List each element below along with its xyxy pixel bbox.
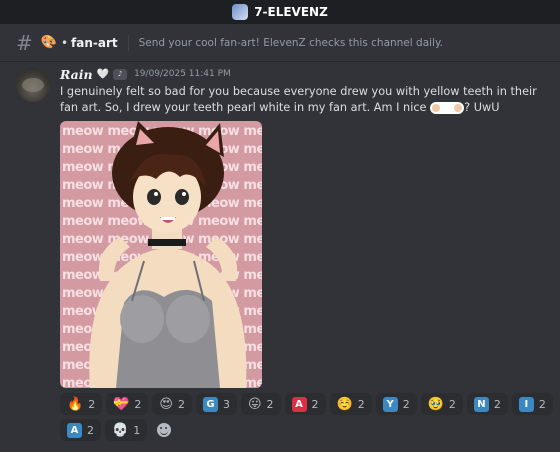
channel-header: # 🎨 • fan-art Send your cool fan-art! El… xyxy=(0,24,560,62)
header-divider xyxy=(127,34,129,51)
reaction-count: 2 xyxy=(493,397,501,411)
reaction-button[interactable]: 🔥 2 xyxy=(60,393,103,415)
message: Rain 🤍 ♪ 19/09/2025 11:41 PM I genuinely… xyxy=(16,66,544,388)
emoji-icon: 😛 xyxy=(247,396,262,412)
message-timestamp: 19/09/2025 11:41 PM xyxy=(134,69,231,79)
reaction-button[interactable]: 💝 2 xyxy=(106,393,149,415)
author-name[interactable]: Rain xyxy=(60,67,93,82)
reaction-count: 2 xyxy=(87,423,94,437)
reaction-button[interactable]: 😛 2 xyxy=(240,393,281,415)
reaction-button[interactable]: Y2 xyxy=(375,393,417,415)
channel-topic[interactable]: Send your cool fan-art! ElevenZ checks t… xyxy=(139,37,443,49)
letter-n-icon: N xyxy=(473,396,489,412)
reaction-row: A 2 💀 1 xyxy=(60,419,540,441)
emoji-icon: 🥹 xyxy=(427,396,444,412)
reaction-count: 3 xyxy=(222,397,230,411)
message-text-line2b: ? UwU xyxy=(464,101,500,114)
badge-icon: ♪ xyxy=(113,68,128,80)
reaction-button[interactable]: ☺️ 2 xyxy=(329,393,372,415)
message-header: Rain 🤍 ♪ 19/09/2025 11:41 PM xyxy=(60,66,544,82)
emoji-icon: 💝 xyxy=(113,396,130,412)
hash-icon: # xyxy=(16,30,33,55)
image-attachment[interactable]: meow meow meow meow meow meow meow meow … xyxy=(60,121,262,388)
reaction-button[interactable]: G3 xyxy=(195,393,237,415)
add-reaction-icon xyxy=(157,423,172,437)
reaction-count: 2 xyxy=(538,397,546,411)
separator-dot: • xyxy=(60,35,69,50)
reaction-count: 2 xyxy=(266,397,274,411)
message-text-line2a: So, I drew your teeth pearl white in my … xyxy=(104,101,431,114)
reaction-button[interactable]: N2 xyxy=(466,393,508,415)
letter-g-icon: G xyxy=(202,396,218,412)
emoji-icon: 💀 xyxy=(112,422,129,438)
reaction-count: 2 xyxy=(134,397,142,411)
message-text: I genuinely felt so bad for you because … xyxy=(60,84,540,116)
letter-a-icon: A xyxy=(67,422,82,438)
emoji-icon: 😍 xyxy=(159,396,173,412)
reaction-count: 2 xyxy=(88,397,96,411)
reaction-button[interactable]: I2 xyxy=(511,393,553,415)
channel-name[interactable]: fan-art xyxy=(71,36,118,50)
letter-i-icon: I xyxy=(518,396,534,412)
reaction-button[interactable]: 🥹 2 xyxy=(420,393,463,415)
avatar[interactable] xyxy=(16,68,50,102)
emoji-icon: ☺️ xyxy=(336,396,353,412)
emoji-icon: 🔥 xyxy=(67,396,84,412)
reaction-count: 1 xyxy=(133,423,141,437)
reaction-button[interactable]: A2 xyxy=(284,393,326,415)
window-title: 7-ELEVENZ xyxy=(254,5,328,19)
heart-icon: 🤍 xyxy=(96,68,110,80)
window-titlebar: 7-ELEVENZ xyxy=(0,0,560,24)
letter-a-icon: A xyxy=(291,396,307,412)
letter-y-icon: Y xyxy=(382,396,398,412)
reaction-count: 2 xyxy=(177,397,185,411)
reaction-button[interactable]: 💀 1 xyxy=(105,419,148,441)
server-icon xyxy=(232,4,249,20)
reaction-row: 🔥 2 💝 2 😍 2 G 3 😛 2 A 2 ☺️ 2 Y 2 🥹 2 N 2 I 2 xyxy=(60,393,553,415)
palette-icon: 🎨 xyxy=(40,35,57,50)
reaction-button[interactable]: A2 xyxy=(60,419,101,441)
reaction-count: 2 xyxy=(311,397,319,411)
reaction-count: 2 xyxy=(357,397,365,411)
reactions-bar: 🔥 2 💝 2 😍 2 G 3 😛 2 A 2 ☺️ 2 Y 2 🥹 2 N 2 I 2 A 2 💀 1 xyxy=(60,393,553,445)
message-body: Rain 🤍 ♪ 19/09/2025 11:41 PM I genuinely… xyxy=(60,66,544,388)
fan-art-illustration xyxy=(89,121,247,388)
add-reaction-button[interactable] xyxy=(151,419,177,441)
reaction-count: 2 xyxy=(402,397,410,411)
reaction-count: 2 xyxy=(448,397,456,411)
custom-emoji-icon[interactable] xyxy=(430,102,465,114)
reaction-button[interactable]: 😍 2 xyxy=(152,393,192,415)
